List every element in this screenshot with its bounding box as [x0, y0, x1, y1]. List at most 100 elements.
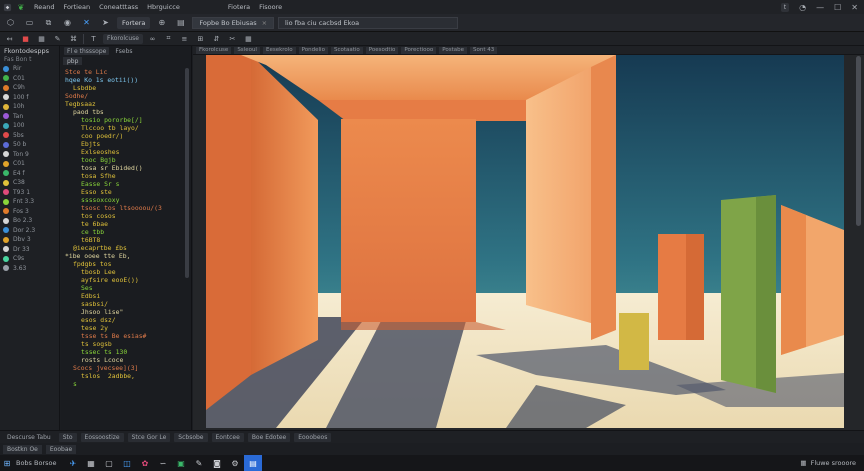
status-item[interactable]: Descurse Tabu [3, 433, 55, 442]
minimize-icon[interactable]: — [816, 3, 824, 12]
status-item[interactable]: Eooobeos [294, 432, 332, 442]
ruler-chip[interactable]: Postabe [439, 46, 468, 54]
align-icon[interactable]: ≡ [178, 33, 191, 44]
code-scrollbar[interactable] [185, 68, 189, 278]
grid-icon[interactable]: ▦ [242, 33, 255, 44]
layer-item[interactable]: C9s [3, 254, 59, 264]
layer-item[interactable]: T93 1 [3, 188, 59, 198]
ruler-chip[interactable]: Porectiooo [401, 46, 437, 54]
status-item[interactable]: Stce Gor Le [127, 432, 171, 442]
layer-item[interactable]: Bo 2.3 [3, 216, 59, 226]
menu-item[interactable]: Hbrguicce [147, 3, 180, 11]
status-item[interactable]: Eontcee [211, 432, 244, 442]
layer-item[interactable]: 50 b [3, 140, 59, 150]
ruler-chip[interactable]: Poesodtio [365, 46, 399, 54]
close-icon[interactable]: ✕ [851, 3, 858, 12]
bell-icon[interactable]: ◔ [799, 3, 806, 12]
active-app-icon[interactable]: ▤ [244, 455, 262, 471]
tool-tab[interactable]: Fortera [117, 16, 151, 29]
menu-item[interactable]: Reand [34, 3, 54, 11]
guide-icon[interactable]: ⊞ [194, 33, 207, 44]
maximize-icon[interactable]: ☐ [834, 3, 841, 12]
brush-icon[interactable]: ✎ [51, 33, 64, 44]
link-icon[interactable]: ∞ [146, 33, 159, 44]
settings-icon[interactable]: ⚙ [226, 455, 244, 471]
bird-icon[interactable]: ✈ [64, 455, 82, 471]
layer-item[interactable]: Dbv 3 [3, 235, 59, 245]
layer-item[interactable]: Fnt 3.3 [3, 197, 59, 207]
ruler-chip[interactable]: Sont 43 [470, 46, 498, 54]
crop-icon[interactable]: ⌗ [162, 33, 175, 44]
arrange-icon[interactable]: ⇵ [210, 33, 223, 44]
brush-icon[interactable]: ✿ [136, 455, 154, 471]
menu-item[interactable]: Coneatttass [99, 3, 138, 11]
tray-icon[interactable]: ▦ [800, 459, 806, 467]
code-tab[interactable]: pbp [63, 57, 83, 65]
home-icon[interactable]: ⬡ [3, 16, 18, 29]
start-icon[interactable]: ⊞ [0, 455, 14, 471]
layer-item[interactable]: C9h [3, 83, 59, 93]
transform-icon[interactable]: ✕ [79, 16, 94, 29]
layer-item[interactable]: 3.63 [3, 264, 59, 274]
curve-icon[interactable]: ∽ [154, 455, 172, 471]
layer-item[interactable]: Dor 2.3 [3, 226, 59, 236]
ruler-chip[interactable]: Scotaatio [330, 46, 363, 54]
file-dropdown[interactable]: Fl e thsssope [64, 47, 110, 55]
layer-item[interactable]: Tan [3, 112, 59, 122]
node-icon[interactable]: ⌘ [67, 33, 80, 44]
layer-item[interactable]: Ton 9 [3, 150, 59, 160]
canvas-scrollbar[interactable] [856, 56, 861, 226]
layer-item[interactable]: C01 [3, 159, 59, 169]
code-editor[interactable]: Stce te Lic hqee Ko 1s eotii()) Lsbdbe Sodh… [65, 68, 181, 388]
taskbar-search[interactable]: Bobs Borsoe [16, 459, 64, 467]
stop-icon[interactable]: ■ [19, 33, 32, 44]
title-badge[interactable]: t [780, 2, 790, 12]
back-icon[interactable]: ↤ [3, 33, 16, 44]
window-icon[interactable]: ▢ [100, 455, 118, 471]
target-icon[interactable]: ⊕ [154, 16, 169, 29]
status-item[interactable]: Eossoostize [80, 432, 124, 442]
ruler-chip[interactable]: Pondelio [298, 46, 328, 54]
status-info[interactable]: Eoobae [45, 444, 77, 454]
document-tab[interactable]: Fopbe Bo Ebiusas × [192, 16, 275, 29]
text-icon[interactable]: T [87, 33, 100, 44]
cut-icon[interactable]: ✂ [226, 33, 239, 44]
layer-item[interactable]: 100 [3, 121, 59, 131]
status-item[interactable]: Scbsobe [174, 432, 208, 442]
status-mode[interactable]: Bostkn Oe [3, 444, 42, 454]
image-icon[interactable]: ▣ [172, 455, 190, 471]
globe-icon[interactable]: ◉ [60, 16, 75, 29]
folder-icon[interactable]: ▤ [173, 16, 188, 29]
ruler-chip[interactable]: Eesekrolo [262, 46, 296, 54]
grid-icon[interactable]: ▦ [35, 33, 48, 44]
mode-select[interactable]: Fkorolcuse [103, 33, 143, 44]
layer-item[interactable]: 10h [3, 102, 59, 112]
menu-item[interactable]: Fiotera [228, 3, 250, 11]
chat-icon[interactable]: ◙ [208, 455, 226, 471]
tab-close-icon[interactable]: × [262, 19, 267, 27]
leaf-icon[interactable]: ❦ [14, 0, 28, 14]
status-item[interactable]: Boe Edotee [247, 432, 291, 442]
screen-icon[interactable]: ▭ [22, 16, 37, 29]
layers-icon[interactable]: ⧉ [41, 16, 56, 29]
document-tab[interactable]: lio fba ciu cacbsd Ekoa [278, 16, 459, 29]
layer-item[interactable]: 100 f [3, 93, 59, 103]
status-item[interactable]: Sto [58, 432, 77, 442]
pen-icon[interactable]: ✎ [190, 455, 208, 471]
layer-item[interactable]: Rir [3, 64, 59, 74]
menu-item[interactable]: Fortiean [63, 3, 90, 11]
menu-item[interactable]: Fisoore [259, 3, 282, 11]
ruler-chip[interactable]: Fkorolcuse [196, 46, 232, 54]
app-icon[interactable]: ◫ [118, 455, 136, 471]
tray-label[interactable]: Fluwe srooore [811, 459, 856, 467]
layer-item[interactable]: C01 [3, 74, 59, 84]
ruler-chip[interactable]: Ssleoul [234, 46, 260, 54]
layer-item[interactable]: E4 f [3, 169, 59, 179]
layer-item[interactable]: Fos 3 [3, 207, 59, 217]
send-icon[interactable]: ➤ [98, 16, 113, 29]
layer-item[interactable]: C38 [3, 178, 59, 188]
layer-item[interactable]: Dr 33 [3, 245, 59, 255]
artboard-canvas[interactable] [206, 55, 844, 428]
layer-item[interactable]: 5bs [3, 131, 59, 141]
grid-icon[interactable]: ▦ [82, 455, 100, 471]
